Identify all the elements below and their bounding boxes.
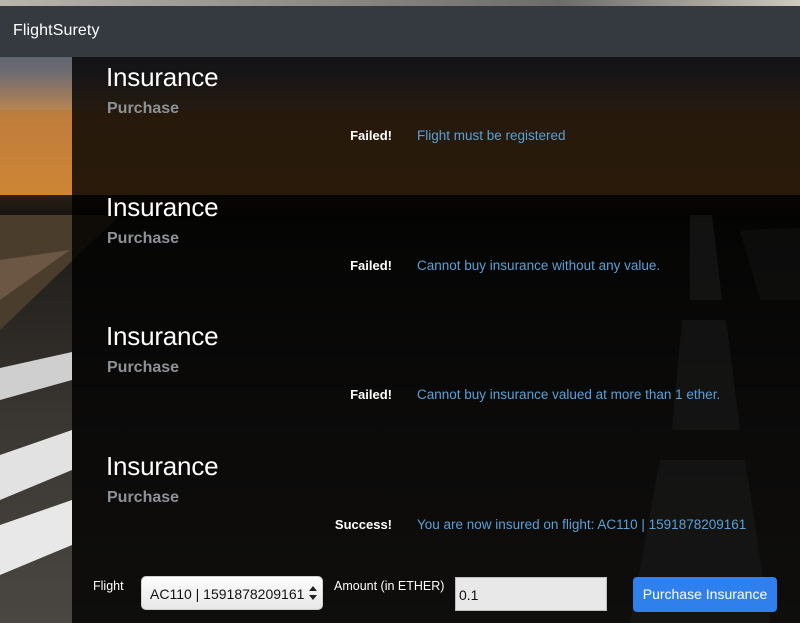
insurance-section-2: Insurance Purchase Failed! Cannot buy in… bbox=[72, 187, 800, 317]
status-label: Failed! bbox=[350, 128, 392, 143]
section-title: Insurance bbox=[106, 321, 219, 351]
app-page: FlightSurety Insurance Purchase Failed! … bbox=[0, 0, 800, 623]
section-title: Insurance bbox=[106, 192, 219, 222]
flight-select-value: AC110 | 1591878209161 bbox=[150, 586, 305, 602]
content-panel: Insurance Purchase Failed! Flight must b… bbox=[72, 57, 800, 623]
amount-input-value: 0.1 bbox=[459, 587, 479, 603]
amount-input[interactable]: 0.1 bbox=[455, 577, 607, 611]
section-subtitle: Purchase bbox=[107, 489, 180, 506]
purchase-insurance-button[interactable]: Purchase Insurance bbox=[633, 577, 777, 612]
insurance-section-1: Insurance Purchase Failed! Flight must b… bbox=[72, 57, 800, 187]
purchase-form: Flight AC110 | 1591878209161 Amount (in … bbox=[72, 570, 800, 623]
status-message: Cannot buy insurance valued at more than… bbox=[417, 387, 721, 402]
insurance-section-3: Insurance Purchase Failed! Cannot buy in… bbox=[72, 316, 800, 446]
section-subtitle: Purchase bbox=[107, 359, 180, 376]
status-message: Flight must be registered bbox=[417, 128, 566, 143]
flight-select[interactable]: AC110 | 1591878209161 bbox=[141, 576, 323, 610]
status-label: Failed! bbox=[350, 387, 392, 402]
navbar: FlightSurety bbox=[0, 6, 800, 57]
chevron-up-down-icon bbox=[308, 583, 318, 603]
insurance-section-4: Insurance Purchase Success! You are now … bbox=[72, 446, 800, 576]
section-title: Insurance bbox=[106, 62, 219, 92]
flight-label: Flight bbox=[93, 579, 124, 593]
status-label: Success! bbox=[334, 517, 392, 532]
amount-label: Amount (in ETHER) bbox=[334, 579, 445, 593]
status-message: Cannot buy insurance without any value. bbox=[417, 258, 661, 273]
section-title: Insurance bbox=[106, 451, 219, 481]
brand-title[interactable]: FlightSurety bbox=[13, 22, 100, 40]
status-message: You are now insured on flight: AC110 | 1… bbox=[417, 517, 747, 532]
section-subtitle: Purchase bbox=[107, 230, 180, 247]
section-subtitle: Purchase bbox=[107, 100, 180, 117]
status-label: Failed! bbox=[350, 258, 392, 273]
